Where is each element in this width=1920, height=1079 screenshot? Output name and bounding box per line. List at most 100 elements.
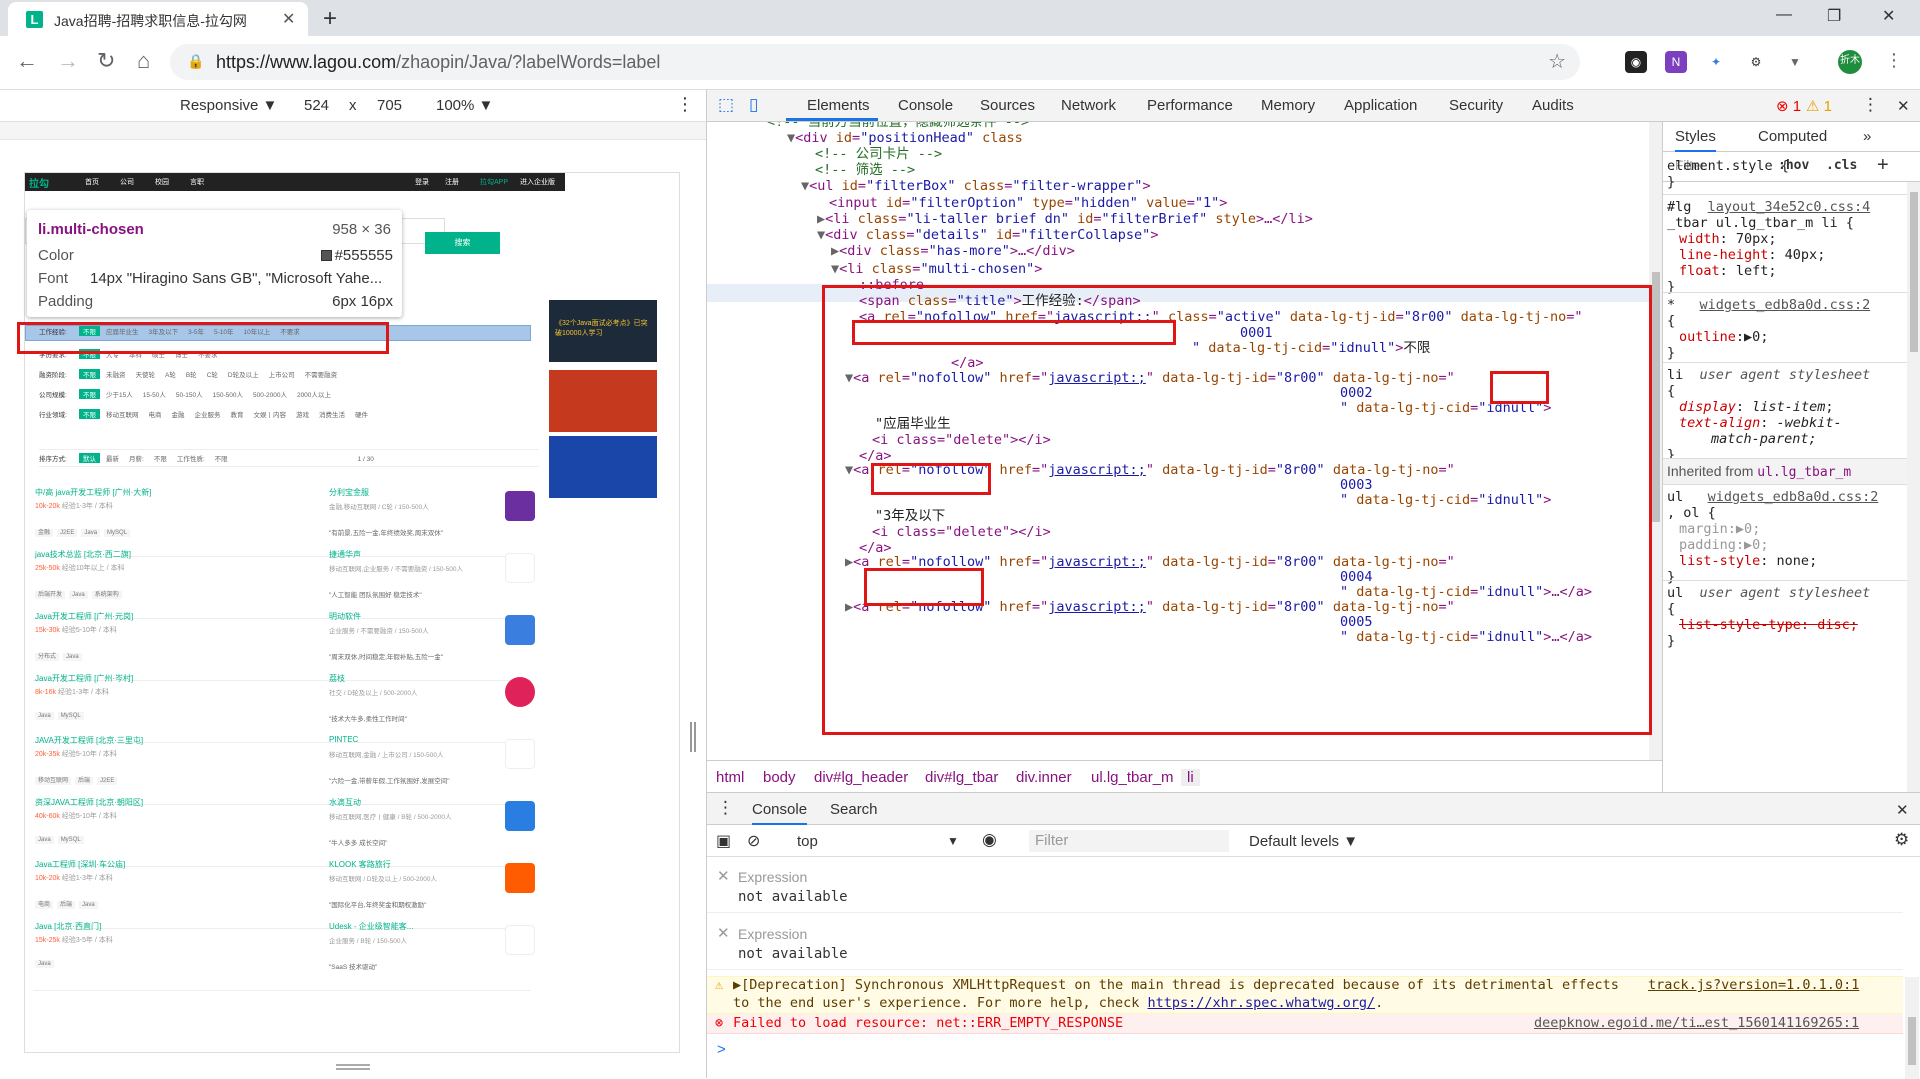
- tab-sources[interactable]: Sources: [980, 97, 1035, 114]
- device-toolbar-icon[interactable]: ▯: [749, 95, 758, 115]
- close-window-icon[interactable]: ✕: [1882, 6, 1895, 26]
- clear-console-icon[interactable]: ⊘: [747, 831, 760, 851]
- lagou-logo[interactable]: 拉勾: [29, 175, 49, 190]
- warning-source-link[interactable]: track.js?version=1.0.1.0:1: [1648, 977, 1859, 993]
- job-card[interactable]: Java [北京·西直门] 15k-25k 经验3-5年 / 本科 Java Udes…: [33, 915, 535, 991]
- dom-line[interactable]: ▼<ul id="filterBox" class="filter-wrappe…: [801, 178, 1151, 195]
- nav-enterprise[interactable]: 进入企业版: [520, 177, 555, 187]
- styles-scrollbar-thumb[interactable]: [1910, 192, 1918, 352]
- url-text[interactable]: https://www.lagou.com/zhaopin/Java/?labe…: [216, 52, 660, 73]
- tab-memory[interactable]: Memory: [1261, 97, 1315, 114]
- devtools-menu-icon[interactable]: ⋮: [1862, 95, 1879, 115]
- minimize-icon[interactable]: —: [1776, 6, 1792, 24]
- inspect-element-icon[interactable]: ⬚: [718, 95, 734, 115]
- nav-home[interactable]: 首页: [85, 177, 99, 187]
- company-logo[interactable]: [505, 491, 535, 521]
- crumb-inner[interactable]: div.inner: [1016, 769, 1072, 786]
- drawer-tab-console[interactable]: Console: [752, 801, 808, 825]
- ad-banner-3[interactable]: [549, 436, 657, 498]
- remove-expression-icon[interactable]: ✕: [717, 924, 730, 942]
- new-tab-button[interactable]: +: [323, 5, 337, 33]
- viewport-height-input[interactable]: 705: [377, 97, 402, 114]
- dom-line[interactable]: <!-- 筛选 -->: [815, 162, 915, 179]
- log-levels-dropdown[interactable]: Default levels ▼: [1249, 833, 1358, 850]
- tab-application[interactable]: Application: [1344, 97, 1417, 114]
- company-logo[interactable]: [505, 739, 535, 769]
- close-tab-icon[interactable]: ✕: [282, 9, 295, 29]
- crumb-lg-header[interactable]: div#lg_header: [814, 769, 908, 786]
- nav-register[interactable]: 注册: [445, 177, 459, 187]
- dom-line-selected[interactable]: ▼<li class="multi-chosen">: [831, 261, 1042, 278]
- back-arrow-icon[interactable]: ←: [16, 48, 38, 74]
- tab-elements[interactable]: Elements: [807, 97, 870, 114]
- viewport-width-resizer[interactable]: [690, 722, 696, 752]
- error-count-badge[interactable]: ⊗ 1: [1776, 97, 1801, 115]
- extension-icon-3[interactable]: ✦: [1705, 51, 1727, 73]
- rule-universal[interactable]: * widgets_edb8a0d.css:2 { outline:▶0; }: [1663, 292, 1920, 361]
- console-warning-row[interactable]: ⚠ ▶[Deprecation] Synchronous XMLHttpRequ…: [707, 976, 1903, 1014]
- dom-line[interactable]: ▼<div id="positionHead" class: [787, 130, 1023, 147]
- more-tabs-icon[interactable]: »: [1863, 128, 1871, 145]
- rule-ul-ol[interactable]: ul widgets_edb8a0d.css:2 , ol { margin:▶…: [1663, 484, 1920, 585]
- bookmark-star-icon[interactable]: ☆: [1548, 49, 1566, 74]
- tab-computed[interactable]: Computed: [1758, 128, 1827, 145]
- tab-styles[interactable]: Styles: [1675, 128, 1716, 152]
- reload-icon[interactable]: ↻: [97, 48, 115, 74]
- live-expression-2[interactable]: ✕ Expression not available: [707, 914, 1903, 970]
- nav-app[interactable]: 拉勾APP: [480, 177, 508, 187]
- tab-audits[interactable]: Audits: [1532, 97, 1574, 114]
- nav-company[interactable]: 公司: [120, 177, 134, 187]
- lagou-search-button[interactable]: 搜索: [425, 232, 500, 254]
- dom-line[interactable]: ▶<li class="li-taller brief dn" id="filt…: [817, 211, 1313, 228]
- rule-lg-tbar[interactable]: #lg layout_34e52c0.css:4 _tbar ul.lg_tba…: [1663, 194, 1920, 295]
- elements-scrollbar-thumb[interactable]: [1652, 272, 1660, 522]
- console-prompt[interactable]: >: [717, 1041, 726, 1058]
- company-logo[interactable]: [505, 615, 535, 645]
- console-error-row[interactable]: ⊗ Failed to load resource: net::ERR_EMPT…: [707, 1014, 1903, 1034]
- error-source-link[interactable]: deepknow.egoid.me/ti…est_1560141169265:1: [1534, 1015, 1859, 1031]
- dom-line[interactable]: ▶<div class="has-more">…</div>: [831, 243, 1075, 260]
- warning-count-badge[interactable]: ⚠ 1: [1806, 97, 1832, 115]
- crumb-html[interactable]: html: [716, 769, 744, 786]
- onenote-extension-icon[interactable]: N: [1665, 51, 1687, 73]
- element-style-rule[interactable]: element.style {: [1667, 158, 1789, 175]
- company-logo[interactable]: [505, 925, 535, 955]
- crumb-li[interactable]: li: [1181, 769, 1200, 786]
- devtools-close-icon[interactable]: ✕: [1897, 97, 1910, 115]
- extension-icon-4[interactable]: ⚙: [1745, 51, 1767, 73]
- console-scrollbar[interactable]: [1905, 977, 1919, 1079]
- crumb-body[interactable]: body: [763, 769, 796, 786]
- browser-tab[interactable]: L Java招聘-招聘求职信息-拉勾网 ✕: [8, 2, 308, 36]
- drawer-close-icon[interactable]: ✕: [1896, 801, 1909, 819]
- console-filter-input[interactable]: Filter: [1029, 830, 1229, 852]
- console-sidebar-icon[interactable]: ▣: [716, 831, 731, 851]
- viewport-width-input[interactable]: 524: [304, 97, 329, 114]
- context-dropdown-icon[interactable]: ▼: [947, 834, 959, 848]
- live-expression-1[interactable]: ✕ Expression not available: [707, 857, 1903, 913]
- chrome-menu-icon[interactable]: ⋮: [1885, 50, 1903, 71]
- maximize-icon[interactable]: ❐: [1827, 6, 1841, 26]
- tab-security[interactable]: Security: [1449, 97, 1503, 114]
- xhr-spec-link[interactable]: https://xhr.spec.whatwg.org/: [1148, 995, 1376, 1011]
- dom-line[interactable]: ▼<div class="details" id="filterCollapse…: [817, 227, 1158, 244]
- ad-java-interview[interactable]: 《32个Java面试必考点》已突破10000人学习: [549, 300, 657, 362]
- extension-icon-5[interactable]: ▼: [1784, 51, 1806, 73]
- nav-campus[interactable]: 校园: [155, 177, 169, 187]
- tab-performance[interactable]: Performance: [1147, 97, 1233, 114]
- remove-expression-icon[interactable]: ✕: [717, 867, 730, 885]
- styles-scrollbar[interactable]: [1907, 182, 1920, 792]
- nav-words[interactable]: 言职: [190, 177, 204, 187]
- drawer-menu-icon[interactable]: ⋮: [717, 798, 734, 818]
- responsive-dropdown[interactable]: Responsive ▼: [180, 97, 277, 114]
- crumb-lg-tbar-m[interactable]: ul.lg_tbar_m: [1091, 769, 1174, 786]
- dom-line[interactable]: <!-- 公司卡片 -->: [815, 146, 942, 163]
- context-select[interactable]: top: [797, 833, 818, 850]
- nav-login[interactable]: 登录: [415, 177, 429, 187]
- profile-avatar[interactable]: 折木: [1838, 50, 1862, 74]
- forward-arrow-icon[interactable]: →: [57, 48, 79, 74]
- drawer-tab-search[interactable]: Search: [830, 801, 878, 818]
- cls-toggle[interactable]: .cls: [1826, 158, 1857, 173]
- tab-network[interactable]: Network: [1061, 97, 1116, 114]
- rule-ua-li[interactable]: li user agent stylesheet { display: list…: [1663, 362, 1920, 463]
- viewport-height-resizer[interactable]: [336, 1064, 370, 1070]
